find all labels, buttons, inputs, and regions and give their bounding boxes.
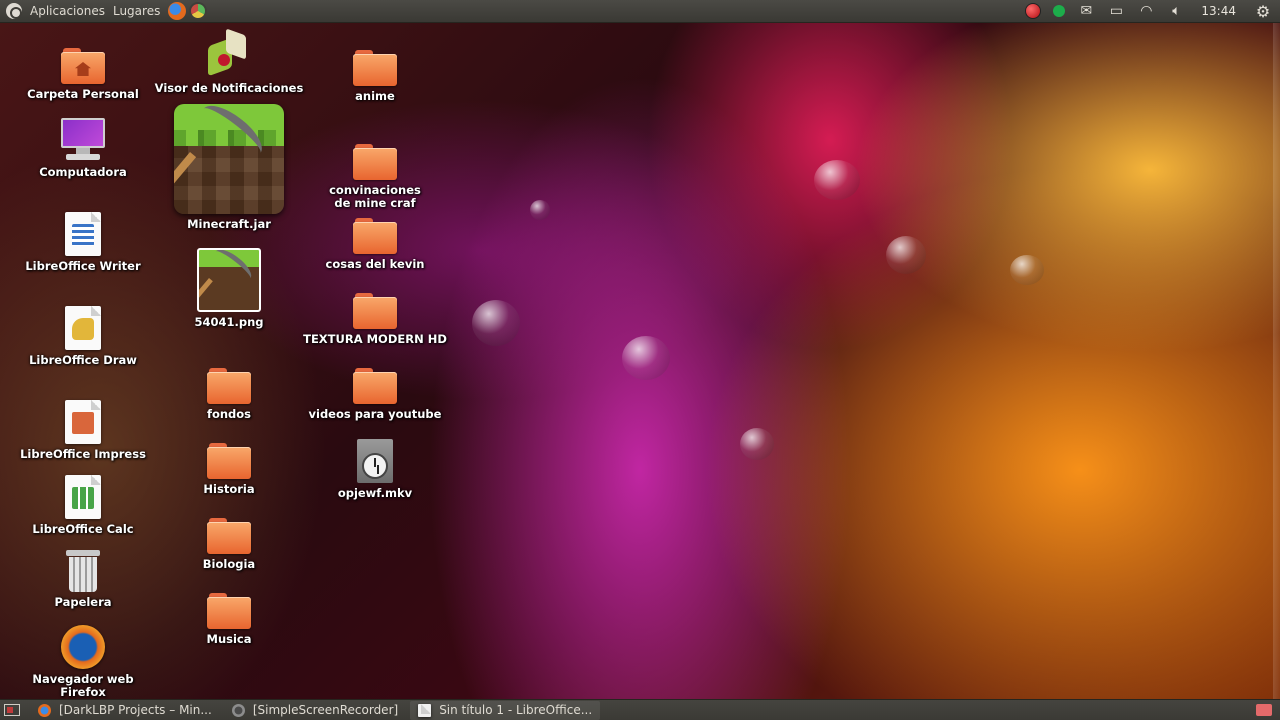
water-drop (740, 428, 774, 460)
desktop-icon-label: fondos (206, 407, 252, 421)
water-drop (472, 300, 520, 346)
desktop-icon-draw[interactable]: LibreOffice Draw (8, 306, 158, 367)
desktop-icon-label: LibreOffice Writer (25, 259, 141, 273)
desktop-icon-png[interactable]: 54041.png (154, 248, 304, 329)
desktop-icon-trash[interactable]: Papelera (8, 550, 158, 609)
folder-icon (207, 443, 251, 479)
image-thumbnail-icon (197, 248, 261, 312)
desktop-icon-label: LibreOffice Impress (20, 447, 146, 461)
wifi-icon[interactable]: ◠ (1137, 2, 1155, 20)
calc-document-icon (65, 475, 101, 519)
window-edge (1273, 23, 1280, 699)
menu-places[interactable]: Lugares (113, 4, 160, 18)
water-drop (814, 160, 860, 200)
status-green-icon[interactable] (1053, 5, 1066, 17)
taskbar-item-label: [DarkLBP Projects – Min... (59, 703, 212, 717)
mail-icon[interactable]: ✉ (1077, 2, 1095, 20)
desktop-icon-home[interactable]: Carpeta Personal (8, 48, 158, 101)
desktop-icon-anime[interactable]: anime (300, 50, 450, 103)
taskbar-item[interactable]: Sin título 1 - LibreOffice... (410, 700, 601, 720)
folder-icon (353, 293, 397, 329)
taskbar-item[interactable]: [DarkLBP Projects – Min... (30, 701, 220, 720)
system-tray: ✉ ▭ ◠ 🔈︎ 13:44 ⚙ (1025, 2, 1280, 21)
draw-document-icon (65, 306, 101, 350)
desktop-icon-label: Navegador web Firefox (32, 672, 134, 699)
desktop-icon-calc[interactable]: LibreOffice Calc (8, 475, 158, 536)
desktop-icon-impress[interactable]: LibreOffice Impress (8, 400, 158, 461)
screen-recorder-icon (231, 703, 245, 717)
desktop-icon-label: 54041.png (194, 315, 264, 329)
ubuntu-logo-icon[interactable] (6, 3, 22, 19)
desktop-icon-firefox[interactable]: Navegador web Firefox (8, 625, 158, 699)
desktop-icon-label: Musica (206, 632, 252, 646)
desktop-icon-label: Papelera (54, 595, 112, 609)
video-file-icon (357, 439, 393, 483)
desktop-icon-label: LibreOffice Calc (32, 522, 134, 536)
desktop-icon-label: anime (355, 89, 395, 103)
water-drop (622, 336, 670, 380)
folder-icon (207, 593, 251, 629)
firefox-icon (61, 625, 105, 669)
water-drop (886, 236, 926, 274)
desktop-icon-biologia[interactable]: Biologia (154, 518, 304, 571)
desktop-icon-label: LibreOffice Draw (29, 353, 137, 367)
bottom-panel: [DarkLBP Projects – Min... [SimpleScreen… (0, 699, 1280, 720)
desktop-icon-label: convinaciones de mine craf (329, 183, 421, 210)
trash-applet-icon[interactable] (1256, 704, 1272, 716)
volume-icon[interactable]: 🔈︎ (1167, 2, 1185, 20)
impress-document-icon (65, 400, 101, 444)
desktop-icon-historia[interactable]: Historia (154, 443, 304, 496)
writer-document-icon (65, 212, 101, 256)
water-drop (1010, 255, 1044, 285)
clock[interactable]: 13:44 (1201, 4, 1236, 18)
desktop-icon-label: Carpeta Personal (27, 87, 139, 101)
desktop-icon-musica[interactable]: Musica (154, 593, 304, 646)
desktop-icon-label: opjewf.mkv (337, 486, 413, 500)
desktop-icon-mkv[interactable]: opjewf.mkv (300, 439, 450, 500)
desktop-icon-writer[interactable]: LibreOffice Writer (8, 212, 158, 273)
folder-icon (353, 368, 397, 404)
desktop-icon-textura[interactable]: TEXTURA MODERN HD (300, 293, 450, 346)
desktop-icon-notifications[interactable]: Visor de Notificaciones (154, 28, 304, 95)
desktop-icon-label: Minecraft.jar (187, 217, 271, 231)
desktop-icon-label: videos para youtube (308, 407, 442, 421)
session-gear-icon[interactable]: ⚙ (1254, 2, 1272, 21)
firefox-icon (38, 703, 51, 717)
desktop-icon-computer[interactable]: Computadora (8, 118, 158, 179)
home-folder-icon (61, 48, 105, 84)
menu-applications[interactable]: Aplicaciones (30, 4, 105, 18)
writer-doc-icon (418, 703, 432, 717)
water-drop (530, 200, 550, 220)
folder-icon (353, 144, 397, 180)
desktop-icon-label: Visor de Notificaciones (154, 81, 304, 95)
folder-icon (207, 368, 251, 404)
record-indicator-icon[interactable] (1025, 3, 1042, 19)
desktop-icon-fondos[interactable]: fondos (154, 368, 304, 421)
computer-icon (60, 118, 106, 162)
folder-icon (207, 518, 251, 554)
desktop-icon-label: Computadora (39, 165, 127, 179)
desktop-icon-minecraft-jar[interactable]: Minecraft.jar (154, 104, 304, 231)
trash-icon (66, 550, 100, 592)
taskbar-item[interactable]: [SimpleScreenRecorder] (224, 701, 406, 720)
folder-icon (353, 218, 397, 254)
firefox-launcher-icon[interactable] (168, 2, 187, 20)
top-panel: Aplicaciones Lugares ✉ ▭ ◠ 🔈︎ 13:44 ⚙ (0, 0, 1280, 23)
taskbar-item-label: [SimpleScreenRecorder] (252, 703, 399, 717)
taskbar-item-label: Sin título 1 - LibreOffice... (439, 703, 593, 717)
desktop-icon-label: cosas del kevin (325, 257, 425, 271)
desktop-icon-label: Biologia (202, 557, 256, 571)
desktop-icon-kevin[interactable]: cosas del kevin (300, 218, 450, 271)
folder-icon (353, 50, 397, 86)
show-desktop-icon[interactable] (4, 704, 20, 716)
desktop-icon-videos[interactable]: videos para youtube (300, 368, 450, 421)
battery-icon[interactable]: ▭ (1107, 2, 1125, 20)
minecraft-icon (174, 104, 284, 214)
chrome-launcher-icon[interactable] (189, 2, 208, 20)
desktop-icon-label: Historia (203, 482, 255, 496)
notification-viewer-icon (206, 28, 252, 78)
desktop-icon-label: TEXTURA MODERN HD (303, 332, 447, 346)
desktop-icon-convinaciones[interactable]: convinaciones de mine craf (300, 144, 450, 210)
